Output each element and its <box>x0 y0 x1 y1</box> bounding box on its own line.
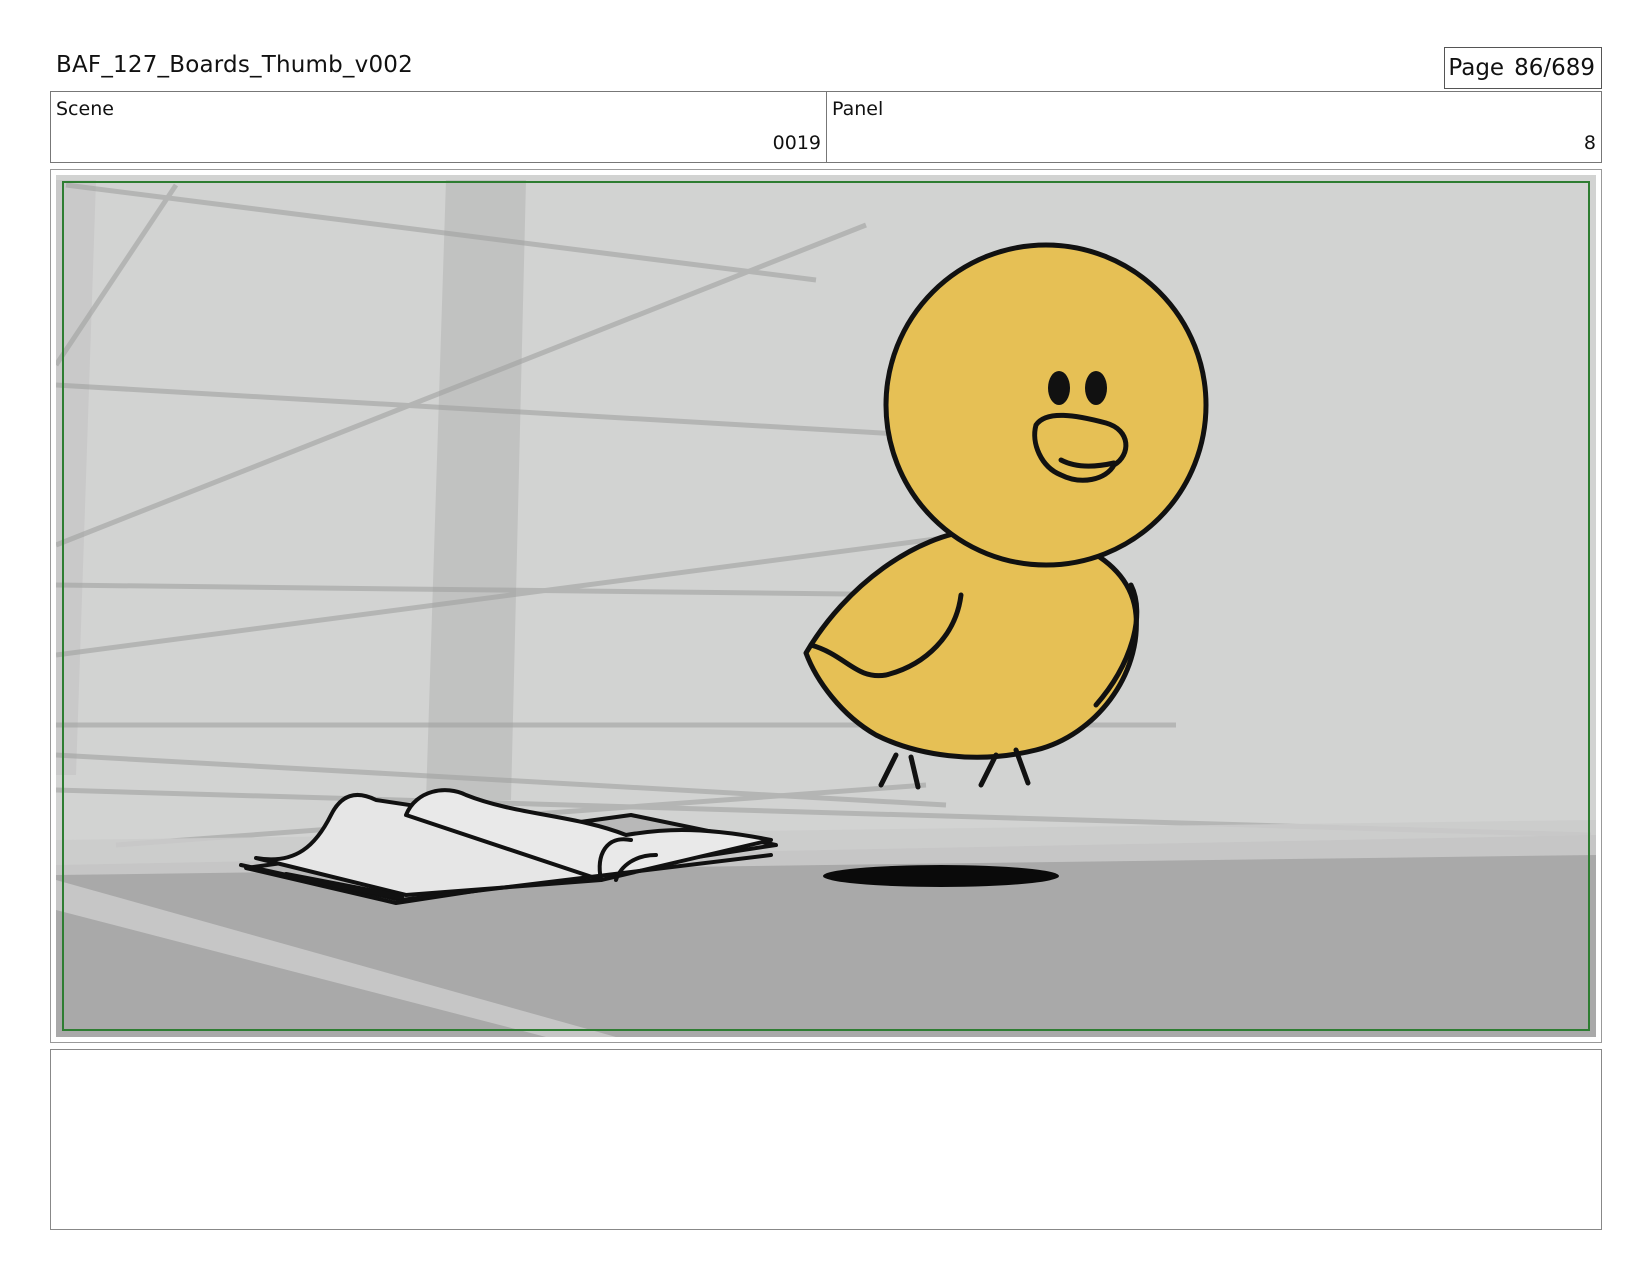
duck-shadow <box>823 865 1059 887</box>
panel-cell: Panel 8 <box>827 92 1601 162</box>
notes-box <box>50 1049 1602 1230</box>
storyboard-drawing <box>56 175 1596 1037</box>
document-title: BAF_127_Boards_Thumb_v002 <box>56 52 413 78</box>
scene-cell: Scene 0019 <box>51 92 827 162</box>
scene-value: 0019 <box>772 132 821 154</box>
page-label: Page <box>1448 55 1505 81</box>
scene-label: Scene <box>56 98 114 120</box>
panel-value: 8 <box>1583 132 1596 154</box>
scene-panel-info-row: Scene 0019 Panel 8 <box>50 91 1602 163</box>
storyboard-frame <box>50 169 1602 1043</box>
page-indicator: Page 86/689 <box>1444 47 1602 89</box>
panel-label: Panel <box>832 98 884 120</box>
page-number: 86/689 <box>1514 55 1595 81</box>
